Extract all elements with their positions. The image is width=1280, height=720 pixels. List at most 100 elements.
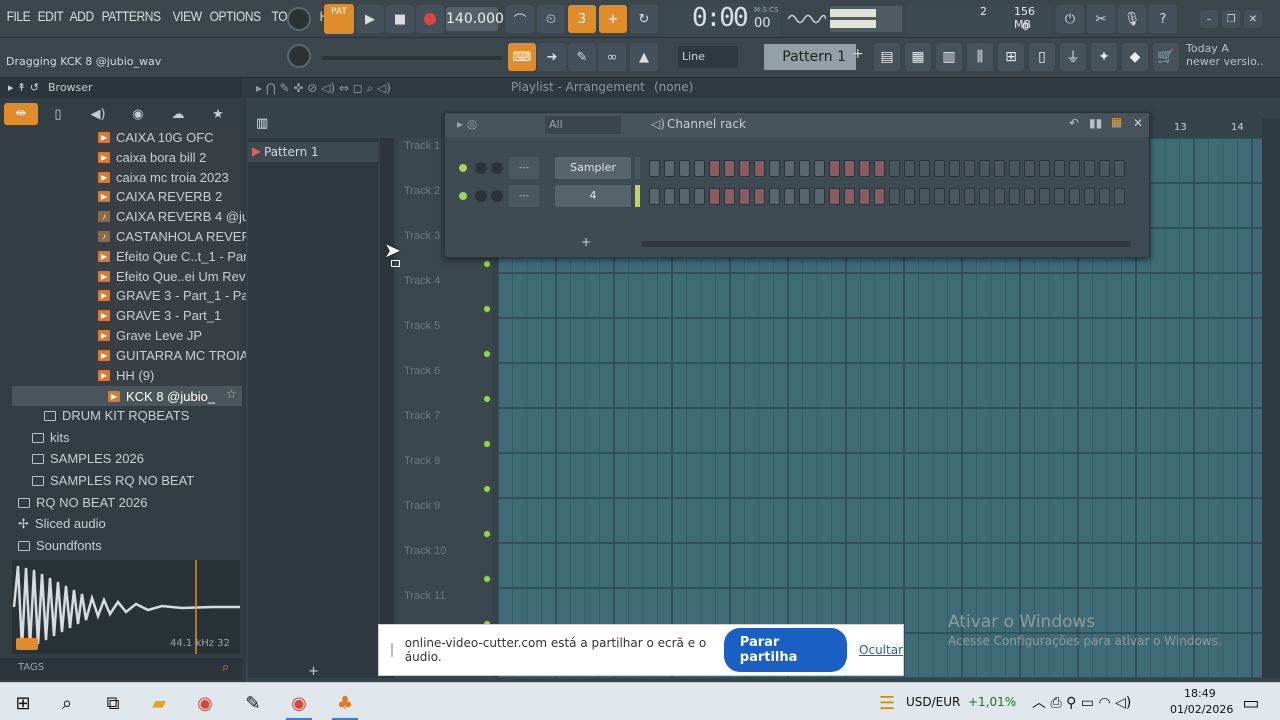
close-icon[interactable]: ✕ (1244, 10, 1262, 28)
step-button[interactable] (949, 160, 960, 177)
step-button[interactable] (904, 188, 915, 205)
channel-rack-button[interactable]: ▥ (936, 43, 962, 71)
step-button[interactable] (679, 160, 690, 177)
tray-icons[interactable]: ︿ ⎙ ⚲ ▭ ◠ ◁) (1032, 692, 1131, 712)
typing-keyboard-button[interactable]: ⌨ (508, 43, 536, 71)
channel-pan-knob[interactable] (491, 162, 503, 174)
minimize-icon[interactable]: – (1200, 10, 1218, 28)
step-button[interactable] (949, 188, 960, 205)
browser-file-item[interactable]: ▶ Efeito Que C..t_1 - Part_1 (98, 247, 266, 266)
record-button[interactable] (416, 5, 444, 33)
shop-button[interactable]: 🛒 (1153, 43, 1179, 71)
step-button[interactable] (979, 160, 990, 177)
piano-roll-button[interactable]: ▦ (905, 43, 931, 71)
rack-steps-icon[interactable]: ▦ (1111, 115, 1122, 129)
folder-soundfonts[interactable]: Soundfonts (18, 536, 102, 555)
step-button[interactable] (739, 188, 750, 205)
stop-sharing-button[interactable]: Parar partilha (723, 628, 848, 672)
cut-tool-button[interactable]: ✂ (1087, 5, 1115, 33)
track-mute-led[interactable] (483, 305, 491, 313)
hide-link[interactable]: Ocultar (859, 643, 903, 657)
browser-file-item[interactable]: ▶ CAIXA 10G OFC (98, 128, 214, 147)
master-pitch-knob[interactable] (287, 44, 311, 68)
link-button[interactable]: ∞ (598, 43, 626, 71)
mixer-track-selector[interactable]: --- (509, 157, 539, 179)
step-button[interactable] (889, 160, 900, 177)
playlist-window-button[interactable]: ▤ (874, 43, 900, 71)
step-button[interactable] (1069, 188, 1080, 205)
wait-input-button[interactable]: ⏲ (537, 5, 565, 33)
channel-volume-knob[interactable] (475, 190, 487, 202)
pat-song-toggle[interactable]: PAT (324, 4, 354, 34)
channel-filter[interactable]: All (545, 116, 621, 134)
step-button[interactable] (664, 188, 675, 205)
mixer-track-selector[interactable]: --- (509, 185, 539, 207)
step-button[interactable] (964, 160, 975, 177)
main-slider[interactable] (322, 56, 502, 60)
step-button[interactable] (649, 160, 660, 177)
browser-file-selected[interactable]: ▶ KCK 8 @jubio_ (108, 387, 215, 406)
menu-patterns[interactable]: PATTERNS (99, 8, 163, 24)
step-button[interactable] (769, 160, 780, 177)
track-label[interactable]: Track 8 (404, 455, 440, 467)
channel-led[interactable] (459, 192, 467, 200)
rack-close-icon[interactable]: ✕ (1133, 116, 1143, 130)
track-mute-led[interactable] (483, 350, 491, 358)
plugin-picker-button[interactable]: ⊞ (998, 43, 1024, 71)
step-button[interactable] (1099, 160, 1110, 177)
clock-date[interactable]: 01/02/2026 (1170, 703, 1233, 716)
playlist-tools-icons[interactable]: ▸ ⋂ ✎ ✜ ⊘ ◁) ⇔ ◻ ⌕ ◁) (256, 81, 391, 96)
step-button[interactable] (799, 188, 810, 205)
drag-handle-icon[interactable] (391, 643, 393, 657)
folder-samples-rq[interactable]: SAMPLES RQ NO BEAT (32, 471, 194, 490)
step-button[interactable] (904, 160, 915, 177)
step-button[interactable] (1084, 188, 1095, 205)
step-button[interactable] (799, 160, 810, 177)
project-browser-button[interactable]: ▯ (1029, 43, 1055, 71)
browser-options-icon[interactable]: ▸ ↟ ↺ (8, 81, 39, 94)
menu-view[interactable]: VIEW (170, 8, 204, 24)
add-pattern-icon[interactable]: + (852, 46, 866, 68)
step-button[interactable] (919, 188, 930, 205)
rack-scrollbar[interactable] (641, 241, 1131, 247)
stop-button[interactable]: ■ (386, 5, 414, 33)
restore-icon[interactable]: ❐ (1222, 10, 1240, 28)
snap-selector[interactable]: Line (678, 46, 738, 68)
paint-icon[interactable]: ✎ (240, 690, 266, 716)
clock-time[interactable]: 18:49 (1184, 687, 1216, 700)
step-button[interactable] (1054, 188, 1065, 205)
step-button[interactable] (1084, 160, 1095, 177)
browser-file-item[interactable]: ▶ CAIXA REVERB 2 (98, 187, 222, 206)
star-icon[interactable]: ★ (198, 107, 238, 122)
pattern-selector[interactable]: Pattern 1 (764, 44, 856, 70)
step-button[interactable] (1009, 188, 1020, 205)
step-button[interactable] (739, 160, 750, 177)
rack-options-icon[interactable]: ▸ ◎ (457, 117, 477, 131)
task-view-icon[interactable]: ⧉ (100, 690, 126, 716)
step-button[interactable] (784, 188, 795, 205)
step-button[interactable] (874, 188, 885, 205)
folder-drum-kit[interactable]: DRUM KIT RQBEATS (44, 406, 189, 425)
rack-undo-icon[interactable]: ↶ (1069, 116, 1079, 130)
track-mute-led[interactable] (483, 260, 491, 268)
folder-samples-2026[interactable]: SAMPLES 2026 (32, 449, 144, 468)
channel-led[interactable] (459, 164, 467, 172)
performance-button[interactable]: ✦ (1091, 43, 1117, 71)
windows-start-icon[interactable]: ⊞ (10, 690, 36, 716)
search-icon[interactable]: ⌕ (54, 690, 80, 716)
step-button[interactable] (844, 160, 855, 177)
currency-pair[interactable]: USD/EUR (906, 695, 960, 709)
step-button[interactable] (829, 160, 840, 177)
track-label[interactable]: Track 5 (404, 320, 440, 332)
track-mute-led[interactable] (483, 530, 491, 538)
add-channel-button[interactable]: + (581, 235, 591, 249)
step-edit-button[interactable]: + (599, 5, 627, 33)
step-button[interactable] (754, 160, 765, 177)
cloud-icon[interactable]: ☁ (158, 107, 198, 122)
chrome-active-icon[interactable]: ◉ (286, 690, 312, 716)
track-mute-led[interactable] (483, 440, 491, 448)
browser-file-item[interactable]: ▶ Efeito Que..ei Um Reverb (98, 267, 264, 286)
speaker-icon[interactable]: ◀) (78, 107, 118, 122)
step-button[interactable] (814, 160, 825, 177)
metronome-button[interactable]: ⌒ (506, 5, 534, 33)
